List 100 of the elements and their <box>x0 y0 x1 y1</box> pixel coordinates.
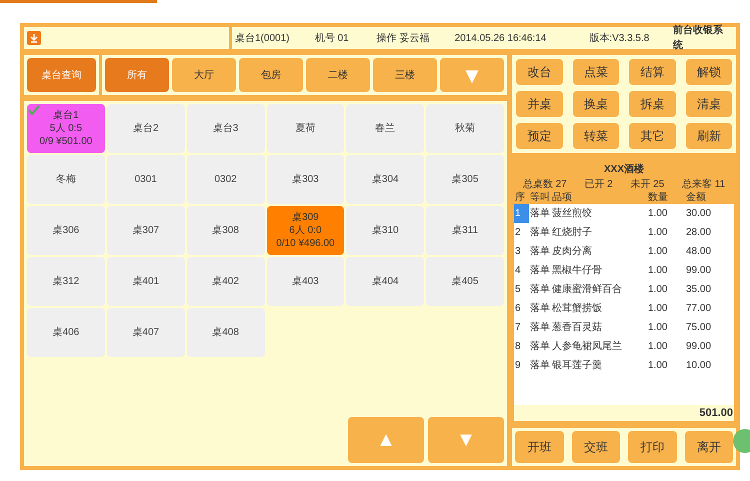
table-tile[interactable]: 0301 <box>106 155 185 204</box>
table-cell-text: 1.00 <box>647 302 668 316</box>
table-tile[interactable]: 桌312 <box>27 257 105 306</box>
column-header: 金额 <box>685 192 707 204</box>
table-tile[interactable]: 桌台3 <box>186 104 264 153</box>
order-row[interactable]: 3 落单 皮肉分离 1.00 48.00 <box>514 242 734 261</box>
action-button[interactable]: 预定 <box>516 123 562 149</box>
table-tile[interactable]: 桌304 <box>346 155 424 204</box>
table-cell-text: 银耳莲子羹 <box>551 358 603 373</box>
action-button[interactable]: 点菜 <box>572 59 619 85</box>
table-tile[interactable]: 桌307 <box>106 206 185 255</box>
table-cell-text: 5 <box>514 283 522 297</box>
download-icon[interactable] <box>27 31 41 45</box>
table-cell-text: 30.00 <box>685 207 712 221</box>
action-button[interactable]: 其它 <box>629 123 676 149</box>
action-button[interactable]: 刷新 <box>686 123 732 149</box>
table-tile[interactable]: 桌311 <box>426 206 504 255</box>
stat-label: 总桌数 27 <box>522 178 567 192</box>
stat-label: 未开 25 <box>630 178 664 192</box>
order-row[interactable]: 8 落单 人参龟裙凤尾兰 1.00 99.00 <box>514 337 734 356</box>
table-cell-text: 落单 <box>529 244 551 259</box>
table-cell-text: 葱香百灵菇 <box>551 320 603 335</box>
table-cell-text: 健康蜜滑鲜百合 <box>551 282 623 297</box>
action-button[interactable]: 换桌 <box>572 91 619 117</box>
order-row[interactable]: 9 落单 银耳莲子羹 1.00 10.00 <box>514 356 734 375</box>
table-tile[interactable]: 桌台2 <box>106 104 185 153</box>
version-label: 版本:V3.3.5.8 <box>589 32 650 46</box>
table-cell-text: 红烧肘子 <box>551 226 593 240</box>
table-cell-text: 28.00 <box>685 226 712 240</box>
order-row[interactable]: 1 落单 菠丝煎饺 1.00 30.00 <box>514 204 734 223</box>
table-cell-text: 落单 <box>529 302 551 316</box>
action-button[interactable]: 转菜 <box>572 123 619 149</box>
order-row[interactable]: 7 落单 葱香百灵菇 1.00 75.00 <box>514 318 734 337</box>
table-tile[interactable]: 桌408 <box>186 308 264 357</box>
table-tile[interactable]: 秋菊 <box>426 104 504 153</box>
table-tile[interactable]: 桌405 <box>426 257 504 306</box>
stat-label: 总来客 11 <box>682 178 726 192</box>
table-cell-text: 10.00 <box>685 359 712 373</box>
column-header: 等叫 <box>529 192 551 204</box>
table-tile[interactable]: 0302 <box>186 155 264 204</box>
order-row[interactable]: 4 落单 黑椒牛仔骨 1.00 99.00 <box>514 261 734 280</box>
table-tile[interactable]: 桌403 <box>266 257 344 306</box>
footer-button[interactable]: 交班 <box>572 431 620 463</box>
table-cell-text: 75.00 <box>685 321 712 335</box>
category-tab[interactable]: 包房 <box>239 58 303 92</box>
table-tile[interactable]: 桌305 <box>426 155 504 204</box>
table-tile[interactable]: 桌401 <box>106 257 185 306</box>
table-tile[interactable]: 夏荷 <box>266 104 344 153</box>
table-tile[interactable]: 冬梅 <box>27 155 105 204</box>
table-cell-text: 落单 <box>529 264 551 278</box>
action-button[interactable]: 结算 <box>629 59 676 85</box>
table-tile[interactable]: 桌308 <box>186 206 264 255</box>
footer-button[interactable]: 开班 <box>515 431 564 463</box>
table-cell-text: 落单 <box>529 206 551 221</box>
table-cell-text: 菠丝煎饺 <box>551 206 593 221</box>
stat-label: 已开 2 <box>584 178 613 192</box>
order-total: 501.00 <box>514 405 734 421</box>
table-tile[interactable]: 桌407 <box>106 308 185 357</box>
check-icon <box>28 105 40 115</box>
system-name: 前台收银系统 <box>673 24 724 53</box>
datetime-label: 2014.05.26 16:46:14 <box>454 32 548 46</box>
category-tab[interactable]: 大厅 <box>172 58 236 92</box>
table-tile[interactable]: 春兰 <box>346 104 424 153</box>
table-cell-text: 1.00 <box>647 321 668 335</box>
table-cell-text: 落单 <box>529 358 551 373</box>
table-cell-text: 1.00 <box>647 207 668 221</box>
action-button[interactable]: 清桌 <box>686 91 732 117</box>
table-tile[interactable]: 桌303 <box>266 155 344 204</box>
table-tile[interactable]: 桌310 <box>346 206 424 255</box>
table-cell: 1 <box>514 204 529 223</box>
operator-label: 操作 妥云福 <box>376 32 430 46</box>
table-cell-text: 77.00 <box>685 302 712 316</box>
action-button[interactable]: 解锁 <box>686 59 732 85</box>
action-button[interactable]: 并桌 <box>516 91 562 117</box>
order-row[interactable]: 5 落单 健康蜜滑鲜百合 1.00 35.00 <box>514 280 734 299</box>
table-cell-text: 落单 <box>529 282 551 297</box>
category-tab[interactable]: 三楼 <box>373 58 437 92</box>
table-cell-text: 人参龟裙凤尾兰 <box>551 340 623 354</box>
table-tile[interactable]: 桌306 <box>27 206 105 255</box>
table-cell-text: 48.00 <box>685 245 712 259</box>
table-cell-text: 皮肉分离 <box>551 244 593 259</box>
table-tile[interactable]: 桌406 <box>27 308 105 357</box>
table-cell-text: 99.00 <box>685 340 712 354</box>
table-cell-text: 1.00 <box>647 226 668 240</box>
table-cell-text: 松茸蟹捞饭 <box>551 302 603 316</box>
footer-button[interactable]: 离开 <box>684 431 733 463</box>
action-button[interactable]: 改台 <box>516 59 562 85</box>
table-cell-text: 7 <box>514 321 522 335</box>
table-tile[interactable]: 桌309 6人 0:0 0/10 ¥496.00 <box>266 206 344 255</box>
table-tile[interactable]: 桌台1 5人 0:5 0/9 ¥501.00 <box>27 104 105 153</box>
table-tile[interactable]: 桌404 <box>346 257 424 306</box>
table-cell-text: 9 <box>514 359 522 373</box>
action-button[interactable]: 拆桌 <box>629 91 676 117</box>
order-row[interactable]: 2 落单 红烧肘子 1.00 28.00 <box>514 223 734 242</box>
footer-button[interactable]: 打印 <box>628 431 676 463</box>
category-tab[interactable]: 二楼 <box>306 58 370 92</box>
order-row[interactable]: 6 落单 松茸蟹捞饭 1.00 77.00 <box>514 299 734 318</box>
table-cell-text: 8 <box>514 340 522 354</box>
table-tile[interactable]: 桌402 <box>186 257 264 306</box>
restaurant-name: XXX酒楼 <box>602 162 645 177</box>
